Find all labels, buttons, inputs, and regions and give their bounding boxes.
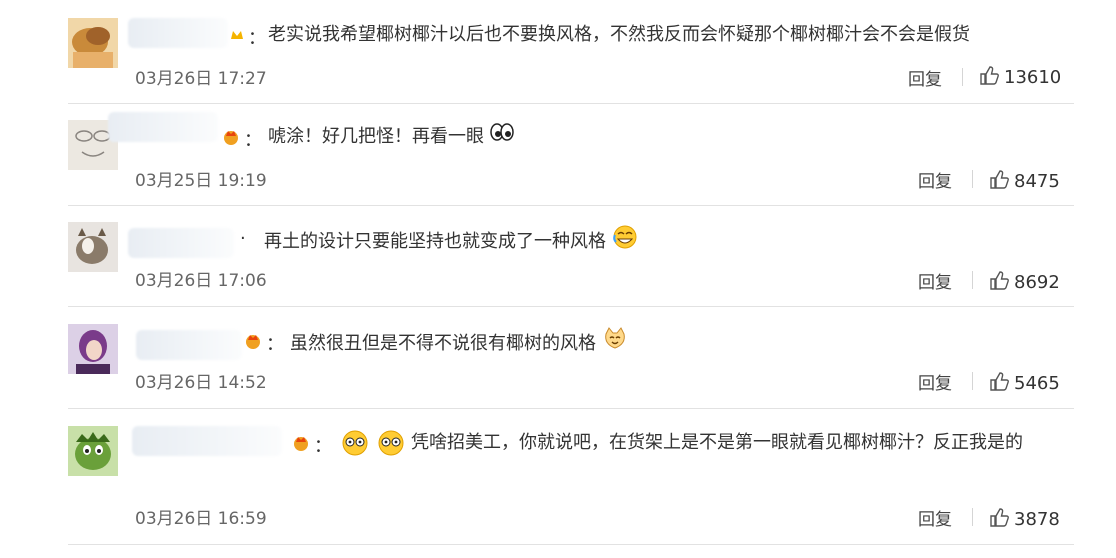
username-redacted[interactable] <box>108 112 218 142</box>
like-count: 8475 <box>1014 170 1060 192</box>
separator <box>972 170 973 188</box>
thumbs-up-icon <box>988 506 1010 532</box>
comment-date: 03月26日 14:52 <box>135 373 267 393</box>
divider <box>68 544 1074 545</box>
like-button[interactable]: 13610 <box>978 64 1061 90</box>
like-button[interactable]: 8475 <box>988 168 1060 194</box>
comment-text-content: 再土的设计只要能坚持也就变成了一种风格 <box>264 231 606 252</box>
comment-date: 03月26日 17:06 <box>135 271 267 291</box>
username-redacted[interactable] <box>136 330 242 360</box>
crown-icon <box>228 26 246 44</box>
colon: · <box>240 228 246 249</box>
comment-date: 03月26日 16:59 <box>135 509 267 529</box>
user-avatar[interactable] <box>68 222 118 272</box>
comment-text-content: 唬涂！好几把怪！再看一眼 <box>268 126 484 147</box>
separator <box>972 271 973 289</box>
separator <box>972 372 973 390</box>
username-redacted[interactable] <box>128 18 228 48</box>
reply-button[interactable]: 回复 <box>918 505 952 530</box>
reply-button[interactable]: 回复 <box>908 65 942 90</box>
comment-date: 03月26日 17:27 <box>135 69 267 89</box>
crown-icon <box>222 128 240 146</box>
cat-emoji-icon <box>602 326 628 362</box>
user-avatar[interactable] <box>68 426 118 476</box>
laugh-cry-emoji-icon <box>612 224 638 260</box>
like-button[interactable]: 3878 <box>988 506 1060 532</box>
like-count: 3878 <box>1014 508 1060 530</box>
reply-button[interactable]: 回复 <box>918 167 952 192</box>
divider <box>68 205 1074 206</box>
like-count: 8692 <box>1014 271 1060 293</box>
like-count: 13610 <box>1004 66 1062 88</box>
username-redacted[interactable] <box>128 228 234 258</box>
separator <box>972 508 973 526</box>
comment-text-content: 虽然很丑但是不得不说很有椰树的风格 <box>290 333 596 354</box>
comment-text: 老实说我希望椰树椰汁以后也不要换风格，不然我反而会怀疑那个椰树椰汁会不会是假货 <box>268 24 970 45</box>
colon: ： <box>266 334 284 355</box>
divider <box>68 408 1074 409</box>
thumbs-up-icon <box>978 64 1000 90</box>
thumbs-up-icon <box>988 370 1010 396</box>
crown-icon <box>244 332 262 350</box>
colon: ： <box>248 28 266 49</box>
user-avatar[interactable] <box>68 324 118 374</box>
user-avatar[interactable] <box>68 18 118 68</box>
comment-list: ： 老实说我希望椰树椰汁以后也不要换风格，不然我反而会怀疑那个椰树椰汁会不会是假… <box>0 0 1116 558</box>
like-button[interactable]: 5465 <box>988 370 1060 396</box>
separator <box>962 68 963 86</box>
like-count: 5465 <box>1014 372 1060 394</box>
reply-button[interactable]: 回复 <box>918 369 952 394</box>
divider <box>68 103 1074 104</box>
comment-text: 虽然很丑但是不得不说很有椰树的风格 <box>290 326 628 362</box>
thumbs-up-icon <box>988 168 1010 194</box>
thumbs-up-icon <box>988 269 1010 295</box>
comment-text: 凭啥招美工，你就说吧，在货架上是不是第一眼就看见椰树椰汁？反正我是的 <box>411 432 1023 453</box>
comment-text: 唬涂！好几把怪！再看一眼 <box>268 122 514 152</box>
divider <box>68 306 1074 307</box>
comment-text: 再土的设计只要能坚持也就变成了一种风格 <box>264 224 638 260</box>
comment-date: 03月25日 19:19 <box>135 171 267 191</box>
eyes-emoji-icon <box>489 122 514 152</box>
reply-button[interactable]: 回复 <box>918 268 952 293</box>
like-button[interactable]: 8692 <box>988 269 1060 295</box>
colon: ： <box>244 130 262 151</box>
